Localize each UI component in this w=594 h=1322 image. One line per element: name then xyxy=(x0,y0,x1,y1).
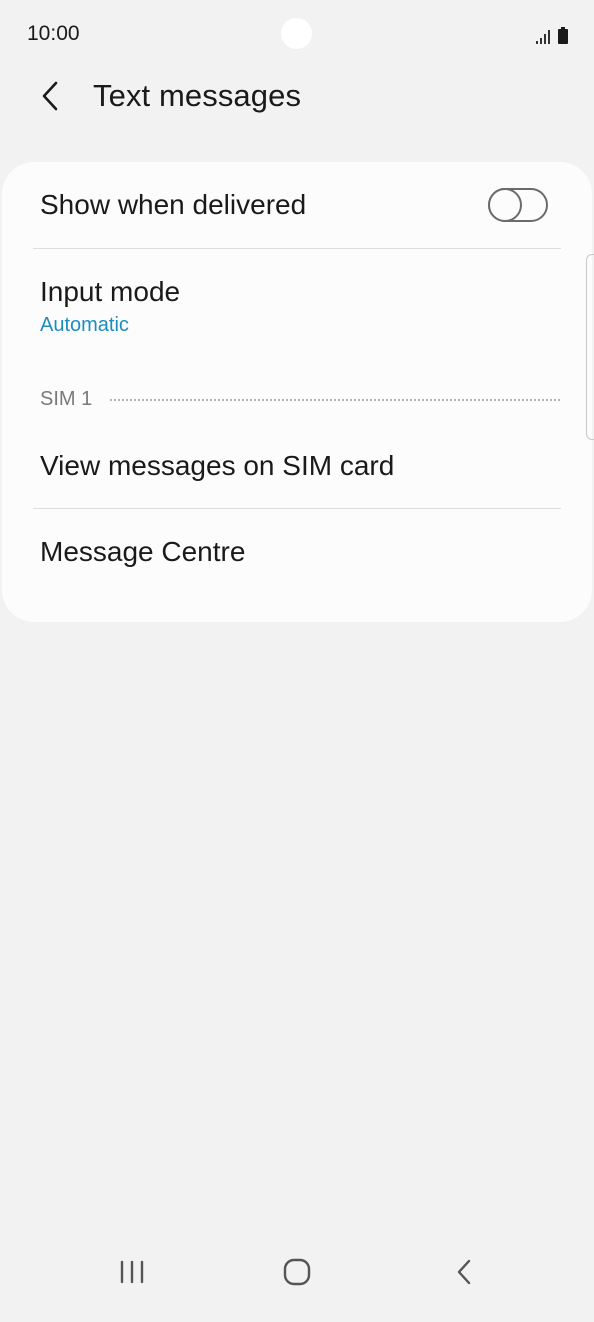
scrollbar[interactable] xyxy=(586,254,594,440)
status-bar: 10:00 xyxy=(0,0,594,68)
input-mode-value: Automatic xyxy=(40,314,129,336)
section-dots xyxy=(110,399,560,401)
signal-icon xyxy=(536,30,550,44)
section-label: SIM 1 xyxy=(40,387,93,410)
back-icon xyxy=(457,1259,471,1285)
app-header: Text messages xyxy=(0,68,594,128)
setting-view-messages-on-sim[interactable]: View messages on SIM card xyxy=(40,424,562,508)
show-when-delivered-toggle[interactable] xyxy=(488,188,548,222)
toggle-knob xyxy=(488,188,522,222)
status-time: 10:00 xyxy=(27,22,80,45)
setting-message-centre[interactable]: Message Centre xyxy=(40,509,562,599)
back-nav-button[interactable] xyxy=(442,1250,486,1294)
nav-bar xyxy=(0,1242,594,1322)
back-button[interactable] xyxy=(26,72,74,120)
home-icon xyxy=(283,1258,311,1286)
chevron-left-icon xyxy=(42,81,58,111)
status-icons xyxy=(536,24,568,44)
settings-card: Show when delivered Input mode Automatic… xyxy=(2,162,592,622)
setting-label: Show when delivered xyxy=(40,189,307,220)
page-title: Text messages xyxy=(93,78,302,113)
setting-label: View messages on SIM card xyxy=(40,450,395,481)
setting-show-when-delivered[interactable]: Show when delivered xyxy=(40,162,562,248)
recents-button[interactable] xyxy=(110,1250,154,1294)
recents-icon xyxy=(120,1260,144,1284)
setting-input-mode[interactable]: Input mode Automatic xyxy=(40,249,562,359)
camera-cutout xyxy=(281,18,312,49)
section-header-sim1: SIM 1 xyxy=(40,386,560,412)
battery-icon xyxy=(558,27,568,44)
home-button[interactable] xyxy=(275,1250,319,1294)
setting-label: Input mode xyxy=(40,276,181,307)
setting-label: Message Centre xyxy=(40,536,246,567)
